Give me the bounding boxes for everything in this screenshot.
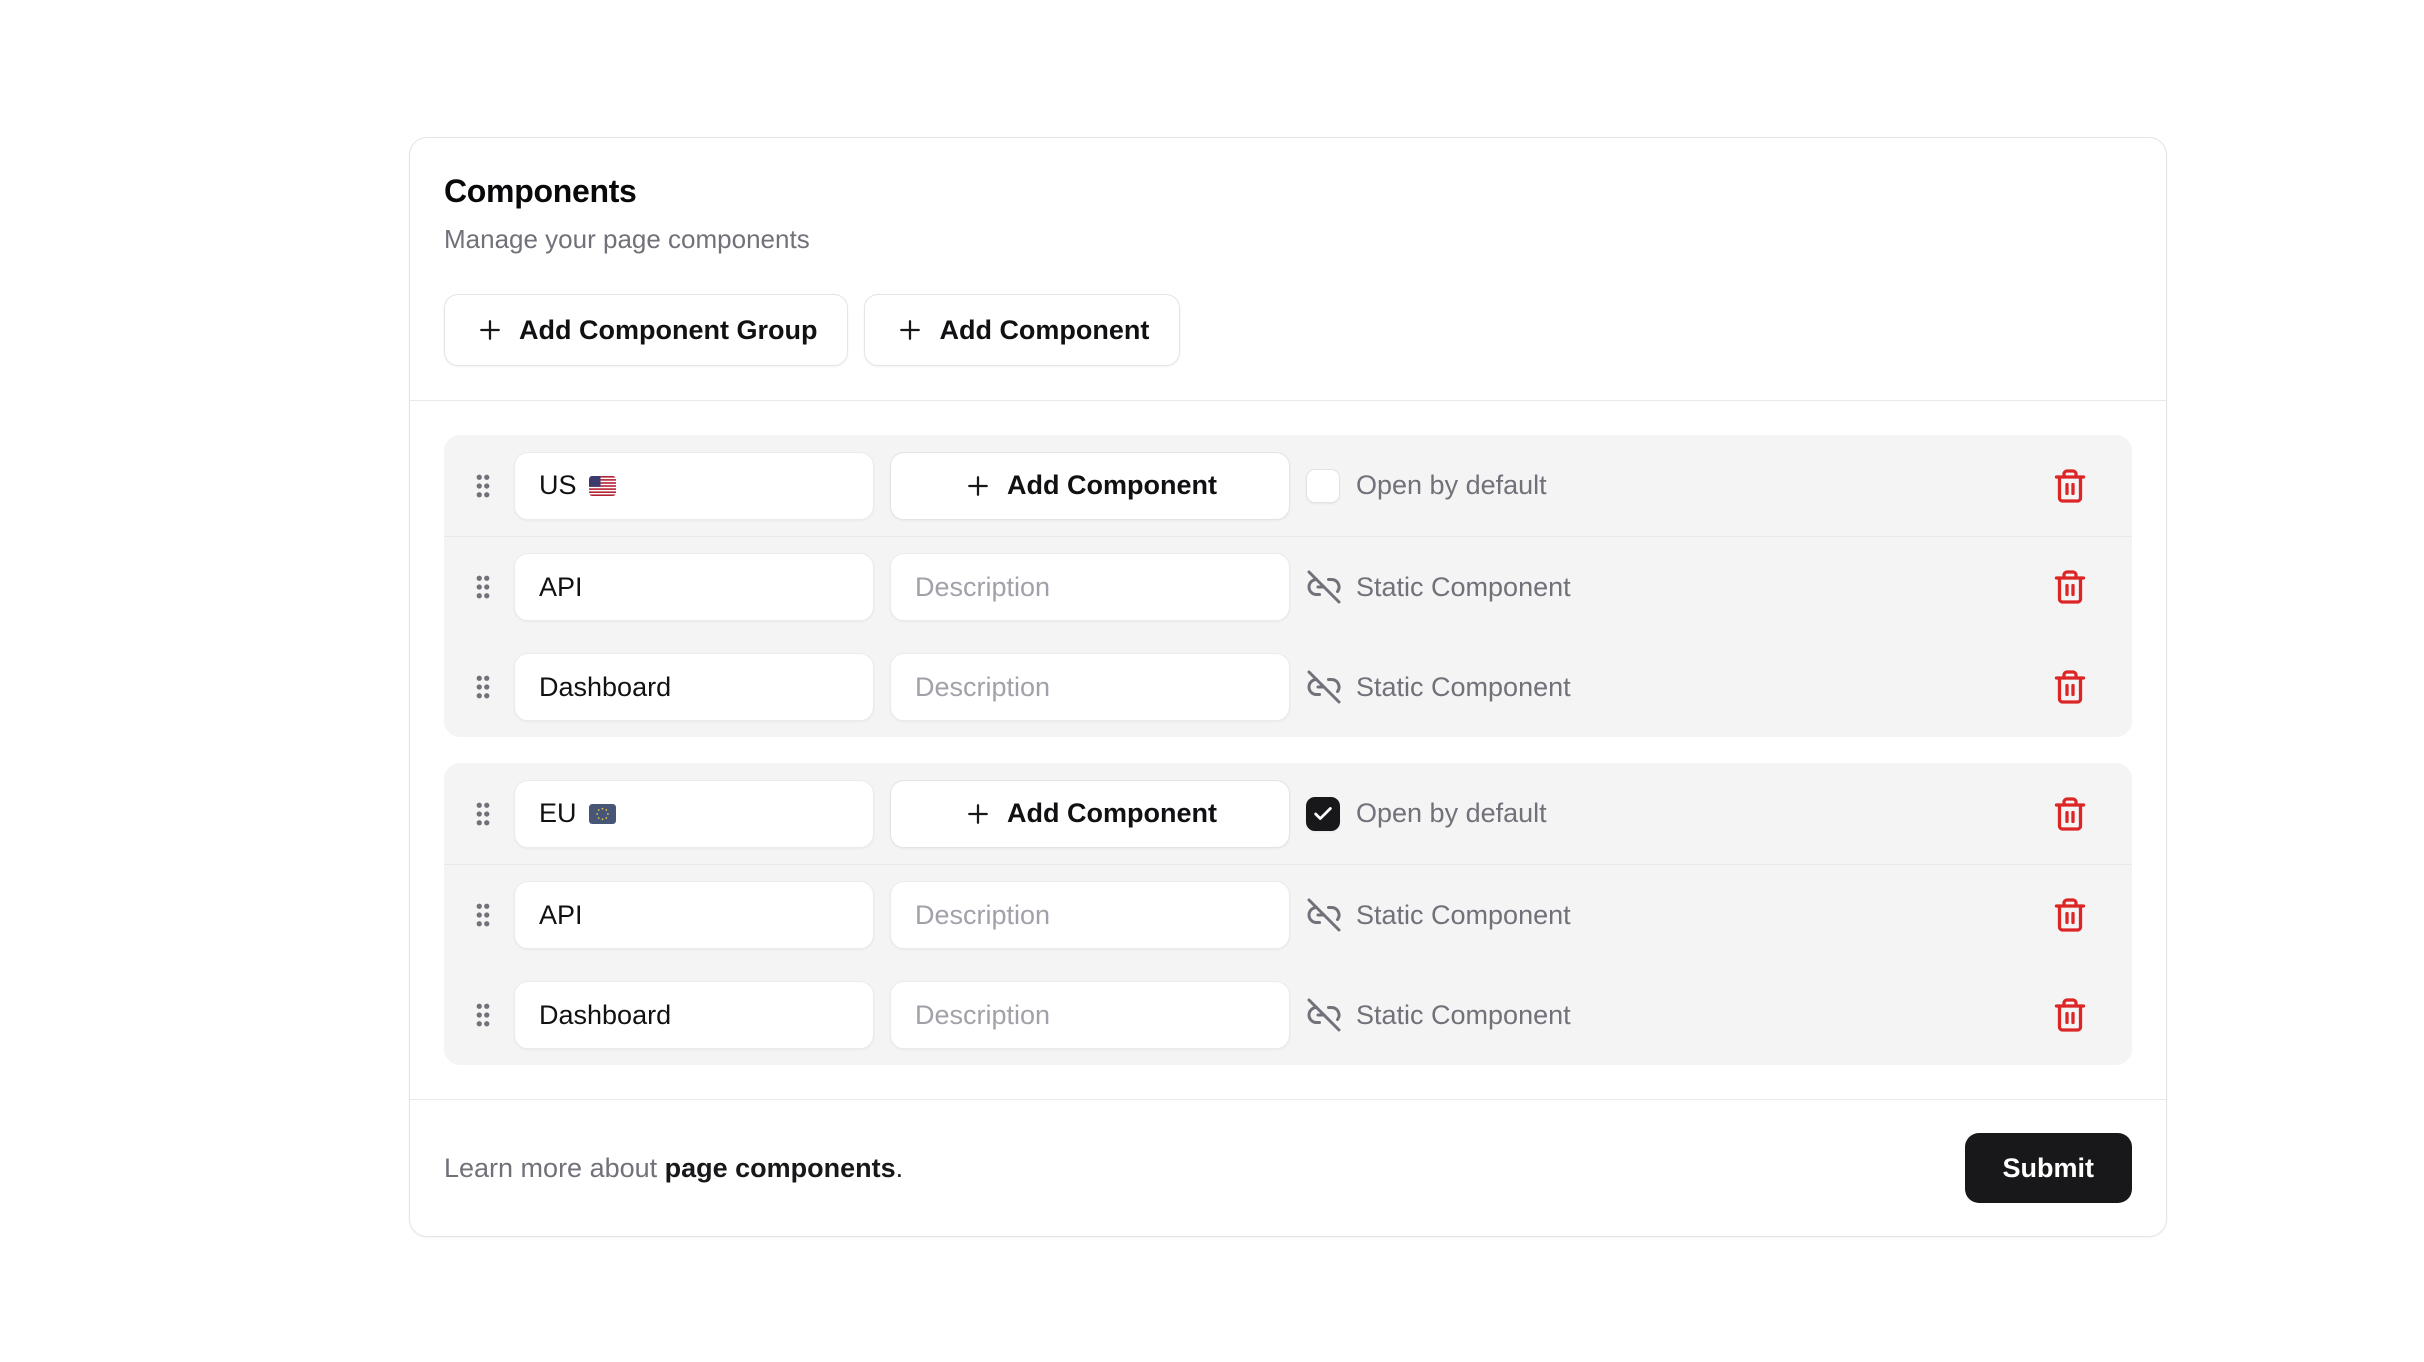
card-footer: Learn more about page components. Submit [410, 1099, 2166, 1236]
drag-handle-icon[interactable] [468, 570, 498, 604]
trash-icon [2052, 997, 2088, 1033]
component-row: Static Component [444, 537, 2132, 637]
static-component-indicator: Static Component [1306, 669, 1571, 705]
add-component-button[interactable]: Add Component [864, 294, 1180, 366]
add-component-group-button[interactable]: Add Component Group [444, 294, 848, 366]
static-component-label: Static Component [1356, 572, 1571, 603]
trash-icon [2052, 669, 2088, 705]
group-name-value: EU [539, 798, 577, 829]
group-name-input[interactable]: US [514, 452, 874, 520]
add-component-group-label: Add Component Group [519, 315, 817, 346]
plus-icon [475, 315, 505, 345]
drag-handle-icon[interactable] [468, 797, 498, 831]
plus-icon [895, 315, 925, 345]
group-add-component-button[interactable]: Add Component [890, 780, 1290, 848]
learn-more-suffix: . [896, 1153, 904, 1183]
static-component-indicator: Static Component [1306, 897, 1571, 933]
static-component-indicator: Static Component [1306, 569, 1571, 605]
group-name-input[interactable]: EU [514, 780, 874, 848]
component-group-us: US Add Component [444, 435, 2132, 737]
drag-handle-icon[interactable] [468, 670, 498, 704]
component-name-input[interactable] [514, 881, 874, 949]
group-header-row: US Add Component [444, 435, 2132, 537]
page-title: Components [444, 172, 2132, 210]
drag-handle-icon[interactable] [468, 898, 498, 932]
delete-group-button[interactable] [2052, 796, 2088, 832]
open-by-default-control: Open by default [1306, 797, 1547, 831]
component-row: Static Component [444, 637, 2132, 737]
drag-handle-icon[interactable] [468, 469, 498, 503]
eu-flag-icon [589, 804, 616, 824]
group-add-component-label: Add Component [1007, 798, 1217, 829]
page-components-link[interactable]: page components [665, 1153, 896, 1183]
group-add-component-button[interactable]: Add Component [890, 452, 1290, 520]
group-add-component-label: Add Component [1007, 470, 1217, 501]
trash-icon [2052, 897, 2088, 933]
component-description-input[interactable] [890, 981, 1290, 1049]
open-by-default-checkbox[interactable] [1306, 797, 1340, 831]
drag-handle-icon[interactable] [468, 998, 498, 1032]
delete-component-button[interactable] [2052, 669, 2088, 705]
static-component-indicator: Static Component [1306, 997, 1571, 1033]
trash-icon [2052, 468, 2088, 504]
component-description-input[interactable] [890, 653, 1290, 721]
open-by-default-label: Open by default [1356, 470, 1547, 501]
us-flag-icon [589, 476, 616, 496]
delete-component-button[interactable] [2052, 569, 2088, 605]
trash-icon [2052, 796, 2088, 832]
page-subtitle: Manage your page components [444, 224, 2132, 254]
group-name-value: US [539, 470, 577, 501]
link-off-icon [1306, 997, 1342, 1033]
component-row: Static Component [444, 965, 2132, 1065]
components-card: Components Manage your page components A… [409, 137, 2167, 1237]
learn-more-prefix: Learn more about [444, 1153, 665, 1183]
check-icon [1312, 803, 1334, 825]
trash-icon [2052, 569, 2088, 605]
add-component-label: Add Component [939, 315, 1149, 346]
header-actions: Add Component Group Add Component [444, 294, 2132, 366]
link-off-icon [1306, 569, 1342, 605]
open-by-default-label: Open by default [1356, 798, 1547, 829]
component-name-input[interactable] [514, 981, 874, 1049]
component-description-input[interactable] [890, 553, 1290, 621]
group-header-row: EU Add Component Open [444, 763, 2132, 865]
card-header: Components Manage your page components A… [410, 138, 2166, 401]
link-off-icon [1306, 669, 1342, 705]
component-group-eu: EU Add Component Open [444, 763, 2132, 1065]
delete-component-button[interactable] [2052, 897, 2088, 933]
plus-icon [963, 799, 993, 829]
component-groups-list: US Add Component [410, 401, 2166, 1099]
component-description-input[interactable] [890, 881, 1290, 949]
learn-more-text: Learn more about page components. [444, 1153, 903, 1184]
component-name-input[interactable] [514, 653, 874, 721]
component-name-input[interactable] [514, 553, 874, 621]
delete-component-button[interactable] [2052, 997, 2088, 1033]
plus-icon [963, 471, 993, 501]
static-component-label: Static Component [1356, 672, 1571, 703]
static-component-label: Static Component [1356, 1000, 1571, 1031]
static-component-label: Static Component [1356, 900, 1571, 931]
link-off-icon [1306, 897, 1342, 933]
component-row: Static Component [444, 865, 2132, 965]
open-by-default-control: Open by default [1306, 469, 1547, 503]
submit-button[interactable]: Submit [1965, 1133, 2133, 1203]
open-by-default-checkbox[interactable] [1306, 469, 1340, 503]
delete-group-button[interactable] [2052, 468, 2088, 504]
